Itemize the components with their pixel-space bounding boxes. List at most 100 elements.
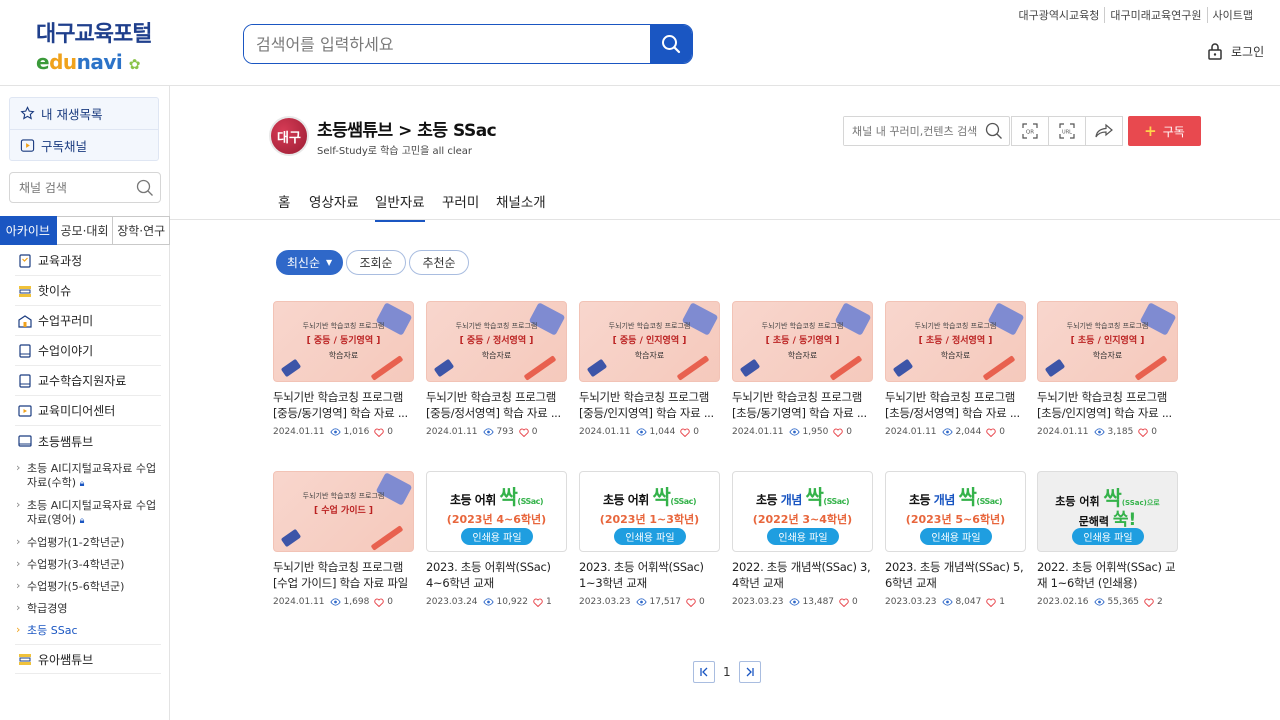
card-title[interactable]: 두뇌기반 학습코칭 프로그램 [초등/정서영역] 학습 자료 ... bbox=[885, 389, 1026, 421]
card-thumbnail[interactable]: 초등 어휘 싹(SSac)으로 문해력 쑥! 인쇄용 파일 bbox=[1037, 471, 1178, 552]
submenu-ai-english[interactable]: 초등 AI디지털교육자료 수업자료(영어) 🔒︎ bbox=[16, 495, 161, 532]
card-title[interactable]: 두뇌기반 학습코칭 프로그램 [초등/인지영역] 학습 자료 ... bbox=[1037, 389, 1178, 421]
sort-views[interactable]: 조회순 bbox=[346, 250, 406, 275]
page-number[interactable]: 1 bbox=[723, 665, 731, 679]
content-card[interactable]: 두뇌기반 학습코칭 프로그램 [ 중등 / 인지영역 ] 학습자료 두뇌기반 학… bbox=[579, 301, 720, 437]
main-search-input[interactable] bbox=[244, 25, 652, 63]
card-title[interactable]: 2022. 초등 어휘싹(SSac) 교재 1~6학년 (인쇄용) bbox=[1037, 559, 1178, 591]
tab-channel-intro[interactable]: 채널소개 bbox=[496, 191, 546, 220]
card-thumbnail[interactable]: 초등 개념 싹(SSac) (2023년 5~6학년) 인쇄용 파일 bbox=[885, 471, 1026, 552]
share-button[interactable] bbox=[1085, 116, 1123, 146]
tab-videos[interactable]: 영상자료 bbox=[309, 191, 359, 220]
card-thumbnail[interactable]: 초등 어휘 싹(SSac) (2023년 4~6학년) 인쇄용 파일 bbox=[426, 471, 567, 552]
logo-edunavi: edunavi ✿ bbox=[36, 50, 140, 74]
link-sitemap[interactable]: 사이트맵 bbox=[1206, 7, 1258, 23]
card-title[interactable]: 두뇌기반 학습코칭 프로그램 [중등/동기영역] 학습 자료 ... bbox=[273, 389, 414, 421]
card-meta: 2024.01.11 793 0 bbox=[426, 427, 567, 437]
content-card[interactable]: 두뇌기반 학습코칭 프로그램 [ 초등 / 동기영역 ] 학습자료 두뇌기반 학… bbox=[732, 301, 873, 437]
eye-icon bbox=[329, 428, 341, 436]
content-card[interactable]: 두뇌기반 학습코칭 프로그램 [ 초등 / 정서영역 ] 학습자료 두뇌기반 학… bbox=[885, 301, 1026, 437]
login-button[interactable]: 로그인 bbox=[1207, 42, 1264, 60]
folder-icon bbox=[18, 435, 32, 447]
lock-icon: 🔒︎ bbox=[79, 516, 85, 526]
tab-general-materials[interactable]: 일반자료 bbox=[375, 191, 425, 222]
submenu-class-management[interactable]: 학급경영 bbox=[16, 598, 161, 620]
card-title[interactable]: 두뇌기반 학습코칭 프로그램 [중등/정서영역] 학습 자료 ... bbox=[426, 389, 567, 421]
content-card[interactable]: 두뇌기반 학습코칭 프로그램 [ 초등 / 인지영역 ] 학습자료 두뇌기반 학… bbox=[1037, 301, 1178, 437]
card-thumbnail[interactable]: 두뇌기반 학습코칭 프로그램 [ 중등 / 동기영역 ] 학습자료 bbox=[273, 301, 414, 382]
card-views: 2,044 bbox=[955, 427, 982, 437]
sidebar-item-class-package[interactable]: 수업꾸러미 bbox=[15, 306, 161, 336]
card-title[interactable]: 두뇌기반 학습코칭 프로그램 [초등/동기영역] 학습 자료 ... bbox=[732, 389, 873, 421]
url-button[interactable]: URL bbox=[1048, 116, 1086, 146]
tab-research[interactable]: 장학·연구 bbox=[113, 216, 171, 245]
channel-search-input[interactable] bbox=[10, 173, 130, 202]
search-button[interactable] bbox=[650, 25, 692, 63]
sidebar-item-hot-issue[interactable]: 핫이슈 bbox=[15, 276, 161, 306]
play-box-icon bbox=[20, 138, 35, 152]
eye-icon bbox=[788, 598, 800, 606]
card-title[interactable]: 2023. 초등 개념싹(SSac) 5, 6학년 교재 bbox=[885, 559, 1026, 591]
book-icon bbox=[19, 373, 31, 388]
search-icon[interactable] bbox=[985, 122, 1003, 140]
card-title[interactable]: 2023. 초등 어휘싹(SSac) 4~6학년 교재 bbox=[426, 559, 567, 591]
channel-title: 초등쌤튜브 > 초등 SSac bbox=[317, 121, 497, 141]
card-thumbnail[interactable]: 초등 어휘 싹(SSac) (2023년 1~3학년) 인쇄용 파일 bbox=[579, 471, 720, 552]
card-thumbnail[interactable]: 두뇌기반 학습코칭 프로그램 [ 초등 / 정서영역 ] 학습자료 bbox=[885, 301, 1026, 382]
card-title[interactable]: 두뇌기반 학습코칭 프로그램 [중등/인지영역] 학습 자료 ... bbox=[579, 389, 720, 421]
submenu-ai-math[interactable]: 초등 AI디지털교육자료 수업자료(수학) 🔒︎ bbox=[16, 458, 161, 495]
sort-recommended[interactable]: 추천순 bbox=[409, 250, 469, 275]
content-card[interactable]: 두뇌기반 학습코칭 프로그램 [ 중등 / 정서영역 ] 학습자료 두뇌기반 학… bbox=[426, 301, 567, 437]
search-icon[interactable] bbox=[136, 179, 154, 197]
card-title[interactable]: 2022. 초등 개념싹(SSac) 3, 4학년 교재 bbox=[732, 559, 873, 591]
sidebar-item-media-center[interactable]: 교육미디어센터 bbox=[15, 396, 161, 426]
link-daegu-edu-office[interactable]: 대구광역시교육청 bbox=[1013, 7, 1104, 23]
content-card[interactable]: 초등 어휘 싹(SSac) (2023년 4~6학년) 인쇄용 파일 2023.… bbox=[426, 471, 567, 607]
card-meta: 2024.01.11 2,044 0 bbox=[885, 427, 1026, 437]
submenu-eval-1-2[interactable]: 수업평가(1-2학년군) bbox=[16, 532, 161, 554]
channel-subtitle: Self-Study로 학습 고민을 all clear bbox=[317, 146, 472, 157]
tab-contest[interactable]: 공모·대회 bbox=[56, 216, 114, 245]
content-card[interactable]: 초등 어휘 싹(SSac)으로 문해력 쑥! 인쇄용 파일 2022. 초등 어… bbox=[1037, 471, 1178, 607]
tab-home[interactable]: 홈 bbox=[278, 191, 290, 220]
sidebar-item-kindergarten-ssamtube[interactable]: 유아쌤튜브 bbox=[15, 644, 161, 674]
sidebar-item-teaching-materials[interactable]: 교수학습지원자료 bbox=[15, 366, 161, 396]
book-icon bbox=[19, 343, 31, 358]
sidebar-item-curriculum[interactable]: 교육과정 bbox=[15, 246, 161, 276]
sort-latest[interactable]: 최신순 ▼ bbox=[276, 250, 343, 275]
card-thumbnail[interactable]: 두뇌기반 학습코칭 프로그램 [ 초등 / 동기영역 ] 학습자료 bbox=[732, 301, 873, 382]
submenu-eval-3-4[interactable]: 수업평가(3-4학년군) bbox=[16, 554, 161, 576]
card-title[interactable]: 두뇌기반 학습코칭 프로그램 [수업 가이드] 학습 자료 파일 bbox=[273, 559, 414, 591]
card-thumbnail[interactable]: 초등 개념 싹(SSac) (2022년 3~4학년) 인쇄용 파일 bbox=[732, 471, 873, 552]
my-playlist-link[interactable]: 내 재생목록 bbox=[10, 98, 158, 129]
tab-packages[interactable]: 꾸러미 bbox=[442, 191, 479, 220]
card-meta: 2023.03.24 10,922 1 bbox=[426, 597, 567, 607]
sidebar-item-elementary-ssamtube[interactable]: 초등쌤튜브 bbox=[15, 426, 161, 456]
card-thumbnail[interactable]: 두뇌기반 학습코칭 프로그램 [ 수업 가이드 ] bbox=[273, 471, 414, 552]
content-card[interactable]: 초등 개념 싹(SSac) (2023년 5~6학년) 인쇄용 파일 2023.… bbox=[885, 471, 1026, 607]
sidebar-item-class-story[interactable]: 수업이야기 bbox=[15, 336, 161, 366]
content-card[interactable]: 두뇌기반 학습코칭 프로그램 [ 중등 / 동기영역 ] 학습자료 두뇌기반 학… bbox=[273, 301, 414, 437]
last-page-button[interactable] bbox=[738, 661, 761, 683]
subscribe-button[interactable]: + 구독 bbox=[1128, 116, 1201, 146]
card-meta: 2024.01.11 1,698 0 bbox=[273, 597, 414, 607]
qr-button[interactable]: QR bbox=[1011, 116, 1049, 146]
my-box: 내 재생목록 구독채널 bbox=[9, 97, 159, 161]
card-title[interactable]: 2023. 초등 어휘싹(SSac) 1~3학년 교재 bbox=[579, 559, 720, 591]
card-thumbnail[interactable]: 두뇌기반 학습코칭 프로그램 [ 중등 / 정서영역 ] 학습자료 bbox=[426, 301, 567, 382]
link-future-edu-institute[interactable]: 대구미래교육연구원 bbox=[1104, 7, 1206, 23]
submenu-eval-5-6[interactable]: 수업평가(5-6학년군) bbox=[16, 576, 161, 598]
submenu-ssac[interactable]: 초등 SSac bbox=[16, 620, 161, 642]
card-thumbnail[interactable]: 두뇌기반 학습코칭 프로그램 [ 초등 / 인지영역 ] 학습자료 bbox=[1037, 301, 1178, 382]
content-card[interactable]: 초등 어휘 싹(SSac) (2023년 1~3학년) 인쇄용 파일 2023.… bbox=[579, 471, 720, 607]
channel-content-search-input[interactable] bbox=[844, 117, 979, 145]
content-card[interactable]: 두뇌기반 학습코칭 프로그램 [ 수업 가이드 ] 두뇌기반 학습코칭 프로그램… bbox=[273, 471, 414, 607]
site-logo[interactable]: 대구교육포털 edunavi ✿ bbox=[36, 16, 156, 74]
eye-icon bbox=[941, 598, 953, 606]
card-thumbnail[interactable]: 두뇌기반 학습코칭 프로그램 [ 중등 / 인지영역 ] 학습자료 bbox=[579, 301, 720, 382]
subscribed-channels-link[interactable]: 구독채널 bbox=[10, 129, 158, 160]
tab-archive[interactable]: 아카이브 bbox=[0, 216, 57, 245]
content-card[interactable]: 초등 개념 싹(SSac) (2022년 3~4학년) 인쇄용 파일 2022.… bbox=[732, 471, 873, 607]
eye-icon bbox=[329, 598, 341, 606]
first-page-button[interactable] bbox=[693, 661, 715, 683]
